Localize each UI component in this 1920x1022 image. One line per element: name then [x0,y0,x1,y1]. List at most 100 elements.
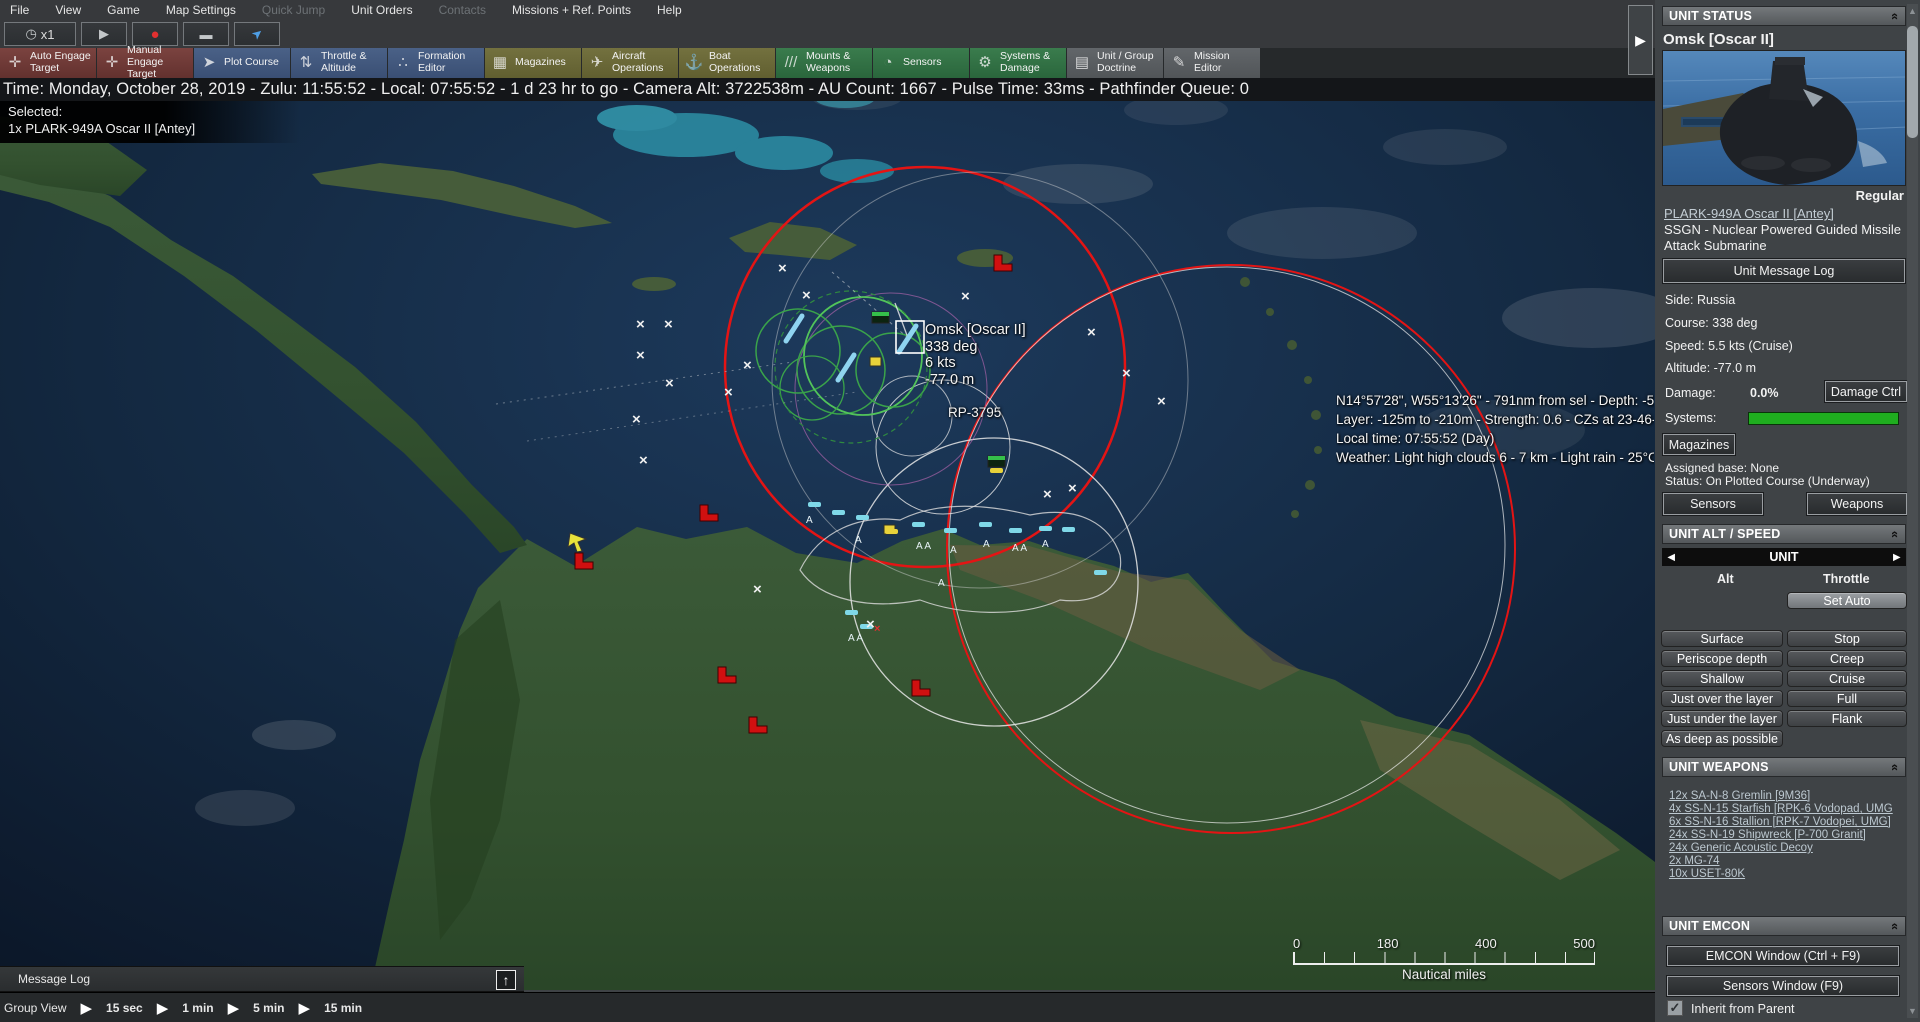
toolbar-label: Throttle & Altitude [321,51,383,75]
throttle-cruise-button[interactable]: Cruise [1787,670,1907,687]
weapon-link[interactable]: 24x SS-N-19 Shipwreck [P-700 Granit] [1669,829,1901,841]
button-label: Periscope depth [1677,652,1767,666]
weapon-link[interactable]: 6x SS-N-16 Stallion [RPK-7 Vodopei, UMG] [1669,816,1901,828]
scroll-up-icon[interactable]: ▲ [1907,6,1918,16]
button-label: Weapons [1831,497,1884,511]
run-pause-button[interactable]: ▶ [81,22,127,46]
throttle-flank-button[interactable]: Flank [1787,710,1907,727]
step-15min[interactable]: 15 min [324,1001,362,1015]
record-icon: ● [150,26,159,43]
manual-engage-icon: ✛ [102,55,122,72]
scroll-down-icon[interactable]: ▼ [1907,1006,1918,1016]
manual-engage-target-button[interactable]: ✛ Manual Engage Target [97,48,193,78]
sensors-sidebar-button[interactable]: Sensors [1663,493,1763,515]
toolbar-label: Unit / Group Doctrine [1097,51,1159,75]
mounts-weapons-button[interactable]: /// Mounts & Weapons [776,48,872,78]
unit-status-header[interactable]: UNIT STATUS « [1662,6,1906,26]
step-1min[interactable]: 1 min [182,1001,213,1015]
weapon-link[interactable]: 4x SS-N-15 Starfish [RPK-6 Vodopad, UMG [1669,803,1901,815]
aircraft-operations-button[interactable]: ✈ Aircraft Operations [582,48,678,78]
toolbar-label: Magazines [515,57,566,69]
toolbar-label: Manual Engage Target [127,45,189,80]
map-canvas[interactable]: AA AA AA AA AA AA × ××× ××× ××× ××× ××× … [0,0,1655,990]
throttle-column-label: Throttle [1823,572,1870,586]
panel-title: UNIT EMCON [1669,919,1750,933]
svg-text:×: × [664,316,673,333]
weapon-link[interactable]: 10x USET-80K [1669,868,1901,880]
weapons-sidebar-button[interactable]: Weapons [1807,493,1907,515]
message-log-bar[interactable]: Message Log ↑ [0,966,524,992]
inherit-checkbox[interactable]: ✓ [1667,1000,1683,1016]
throttle-full-button[interactable]: Full [1787,690,1907,707]
unit-message-log-button[interactable]: Unit Message Log [1663,259,1905,283]
step-5min[interactable]: 5 min [253,1001,284,1015]
menu-file[interactable]: File [10,3,29,17]
emcon-window-button[interactable]: EMCON Window (Ctrl + F9) [1667,946,1899,966]
time-compression-label: x1 [41,27,55,42]
unit-group-doctrine-button[interactable]: ▤ Unit / Group Doctrine [1067,48,1163,78]
sensors-button[interactable]: ◔ Sensors [873,48,969,78]
boat-operations-button[interactable]: ⚓ Boat Operations [679,48,775,78]
button-label: Magazines [1669,438,1729,452]
scale-tick-label: 500 [1573,936,1595,951]
jump-to-button[interactable]: ➤ [234,22,280,46]
unit-alt-speed-header[interactable]: UNIT ALT / SPEED « [1662,524,1906,544]
time-status-bar: Time: Monday, October 28, 2019 - Zulu: 1… [0,78,1655,101]
selected-unit-popup: Omsk [Oscar II] 338 deg 6 kts -77.0 m [925,322,1026,388]
menu-game[interactable]: Game [107,3,140,17]
set-auto-button[interactable]: Set Auto [1787,592,1907,609]
group-view-label[interactable]: Group View [4,1001,66,1015]
damage-ctrl-button[interactable]: Damage Ctrl [1825,381,1907,402]
auto-engage-target-button[interactable]: ✛ Auto Engage Target [0,48,96,78]
auto-engage-icon: ✛ [5,55,25,72]
magazines-button[interactable]: ▦ Magazines [485,48,581,78]
right-sidebar: UNIT STATUS « Omsk [Oscar II] Regular PL… [1655,0,1920,1022]
sidebar-toggle-button[interactable]: ▶ [1628,5,1653,75]
svg-text:×: × [961,288,970,305]
sidebar-scrollbar-track[interactable] [1907,4,1918,1018]
alt-deep-button[interactable]: As deep as possible [1661,730,1783,747]
alt-under-layer-button[interactable]: Just under the layer [1661,710,1783,727]
systems-damage-button[interactable]: ⚙ Systems & Damage [970,48,1066,78]
step-15sec[interactable]: 15 sec [106,1001,143,1015]
eraser-icon: ▬ [200,27,213,42]
menu-help[interactable]: Help [657,3,682,17]
reference-point-label[interactable]: RP-3795 [948,405,1001,420]
weapon-link[interactable]: 12x SA-N-8 Gremlin [9M36] [1669,790,1901,802]
alt-speed-scope-row: ◄ UNIT ► [1662,548,1906,566]
svg-text:×: × [1122,365,1131,382]
time-compression-button[interactable]: ◷ x1 [4,22,76,46]
unit-emcon-header[interactable]: UNIT EMCON « [1662,916,1906,936]
scale-tick-label: 400 [1475,936,1497,951]
popup-speed: 6 kts [925,355,1026,372]
alt-surface-button[interactable]: Surface [1661,630,1783,647]
alt-over-layer-button[interactable]: Just over the layer [1661,690,1783,707]
svg-text:×: × [665,375,674,392]
throttle-altitude-button[interactable]: ⇅ Throttle & Altitude [291,48,387,78]
menu-missions-ref-points[interactable]: Missions + Ref. Points [512,3,631,17]
throttle-stop-button[interactable]: Stop [1787,630,1907,647]
message-log-open-button[interactable]: ↑ [496,970,516,990]
scope-right-arrow-icon[interactable]: ► [1891,550,1903,564]
menu-map-settings[interactable]: Map Settings [166,3,236,17]
formation-editor-button[interactable]: ∴ Formation Editor [388,48,484,78]
magazines-sidebar-button[interactable]: Magazines [1663,434,1735,455]
scope-left-arrow-icon[interactable]: ◄ [1665,550,1677,564]
weapon-link[interactable]: 24x Generic Acoustic Decoy [1669,842,1901,854]
throttle-creep-button[interactable]: Creep [1787,650,1907,667]
alt-shallow-button[interactable]: Shallow [1661,670,1783,687]
unit-weapons-header[interactable]: UNIT WEAPONS « [1662,757,1906,777]
alt-periscope-button[interactable]: Periscope depth [1661,650,1783,667]
eraser-button[interactable]: ▬ [183,22,229,46]
weapon-link[interactable]: 2x MG-74 [1669,855,1901,867]
toolbar-label: Plot Course [224,57,279,69]
menu-view[interactable]: View [55,3,81,17]
sidebar-scrollbar-thumb[interactable] [1907,26,1918,138]
sensors-window-button[interactable]: Sensors Window (F9) [1667,976,1899,996]
record-button[interactable]: ● [132,22,178,46]
plot-course-button[interactable]: ➤ Plot Course [194,48,290,78]
unit-class-link[interactable]: PLARK-949A Oscar II [Antey] [1664,206,1834,221]
menu-unit-orders[interactable]: Unit Orders [351,3,412,17]
unit-speed: Speed: 5.5 kts (Cruise) [1665,339,1793,353]
mission-editor-button[interactable]: ✎ Mission Editor [1164,48,1260,78]
